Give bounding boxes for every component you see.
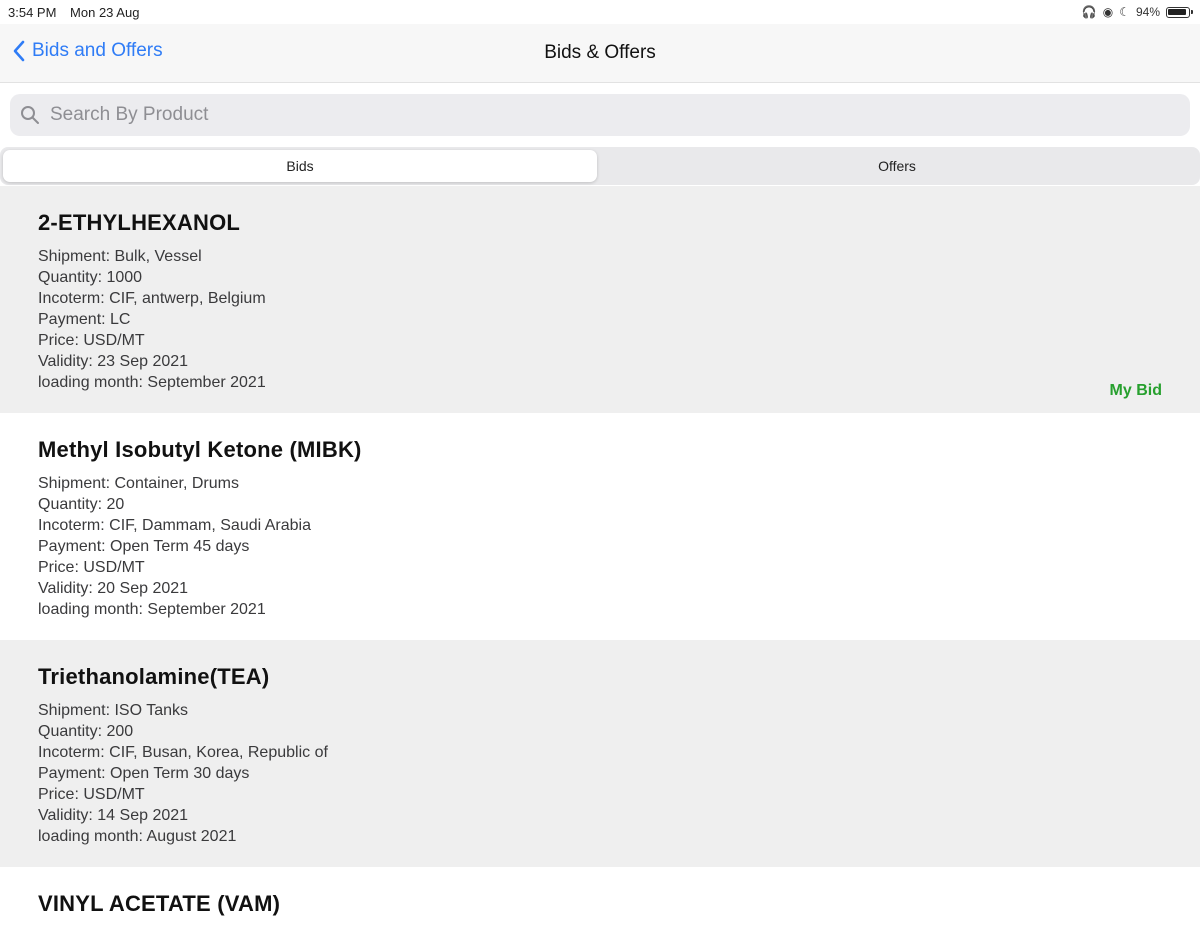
battery-icon	[1166, 6, 1193, 18]
quantity-line: Quantity: 20	[38, 496, 125, 513]
product-title: VINYL ACETATE (VAM)	[38, 891, 281, 916]
product-title: 2-ETHYLHEXANOL	[38, 210, 241, 235]
segment-offers[interactable]: Offers	[600, 150, 1194, 182]
product-title: Methyl Isobutyl Ketone (MIBK)	[38, 437, 362, 462]
wifi-icon: ◉	[1102, 5, 1114, 19]
quantity-line: Quantity: 200	[38, 723, 134, 740]
list-item[interactable]: 2-ETHYLHEXANOL Shipment: Bulk, Vessel Qu…	[0, 186, 1200, 413]
payment-line: Payment: LC	[38, 311, 131, 328]
headphones-icon: 🎧	[1081, 5, 1097, 19]
bid-details: Shipment: Container, Drums Quantity: 20 …	[38, 473, 311, 620]
list-item[interactable]: Triethanolamine(TEA) Shipment: ISO Tanks…	[0, 640, 1200, 867]
incoterm-line: Incoterm: CIF, antwerp, Belgium	[38, 290, 266, 307]
list-item[interactable]: VINYL ACETATE (VAM)	[0, 867, 1200, 927]
search-container	[0, 83, 1200, 145]
search-icon	[21, 106, 39, 124]
bid-details: Shipment: ISO Tanks Quantity: 200 Incote…	[38, 700, 328, 847]
loading-month-line: loading month: August 2021	[38, 828, 237, 845]
incoterm-line: Incoterm: CIF, Dammam, Saudi Arabia	[38, 517, 311, 534]
validity-line: Validity: 20 Sep 2021	[38, 580, 189, 597]
bid-details: Shipment: Bulk, Vessel Quantity: 1000 In…	[38, 246, 266, 393]
loading-month-line: loading month: September 2021	[38, 374, 266, 391]
price-line: Price: USD/MT	[38, 559, 145, 576]
product-title: Triethanolamine(TEA)	[38, 664, 270, 689]
search-bar[interactable]	[10, 94, 1190, 136]
shipment-line: Shipment: Container, Drums	[38, 475, 239, 492]
status-time: 3:54 PM	[8, 5, 57, 20]
validity-line: Validity: 23 Sep 2021	[38, 353, 189, 370]
validity-line: Validity: 14 Sep 2021	[38, 807, 189, 824]
battery-percent: 94%	[1135, 5, 1160, 19]
price-line: Price: USD/MT	[38, 332, 145, 349]
status-date: Mon 23 Aug	[70, 5, 140, 20]
search-input[interactable]	[48, 103, 1152, 127]
bids-list: 2-ETHYLHEXANOL Shipment: Bulk, Vessel Qu…	[0, 186, 1200, 927]
list-item[interactable]: Methyl Isobutyl Ketone (MIBK) Shipment: …	[0, 413, 1200, 640]
my-bid-badge: My Bid	[1109, 382, 1162, 399]
moon-icon: ☾	[1119, 5, 1130, 19]
price-line: Price: USD/MT	[38, 786, 145, 803]
navigation-bar: Bids and Offers Bids & Offers	[0, 24, 1200, 83]
payment-line: Payment: Open Term 45 days	[38, 538, 250, 555]
shipment-line: Shipment: Bulk, Vessel	[38, 248, 202, 265]
status-bar: 3:54 PM Mon 23 Aug 🎧 ◉ ☾ 94%	[0, 0, 1200, 24]
quantity-line: Quantity: 1000	[38, 269, 143, 286]
bids-offers-segmented-control: Bids Offers	[0, 147, 1200, 185]
loading-month-line: loading month: September 2021	[38, 601, 266, 618]
incoterm-line: Incoterm: CIF, Busan, Korea, Republic of	[38, 744, 328, 761]
page-title: Bids & Offers	[544, 42, 656, 63]
shipment-line: Shipment: ISO Tanks	[38, 702, 188, 719]
segment-bids[interactable]: Bids	[3, 150, 597, 182]
payment-line: Payment: Open Term 30 days	[38, 765, 250, 782]
